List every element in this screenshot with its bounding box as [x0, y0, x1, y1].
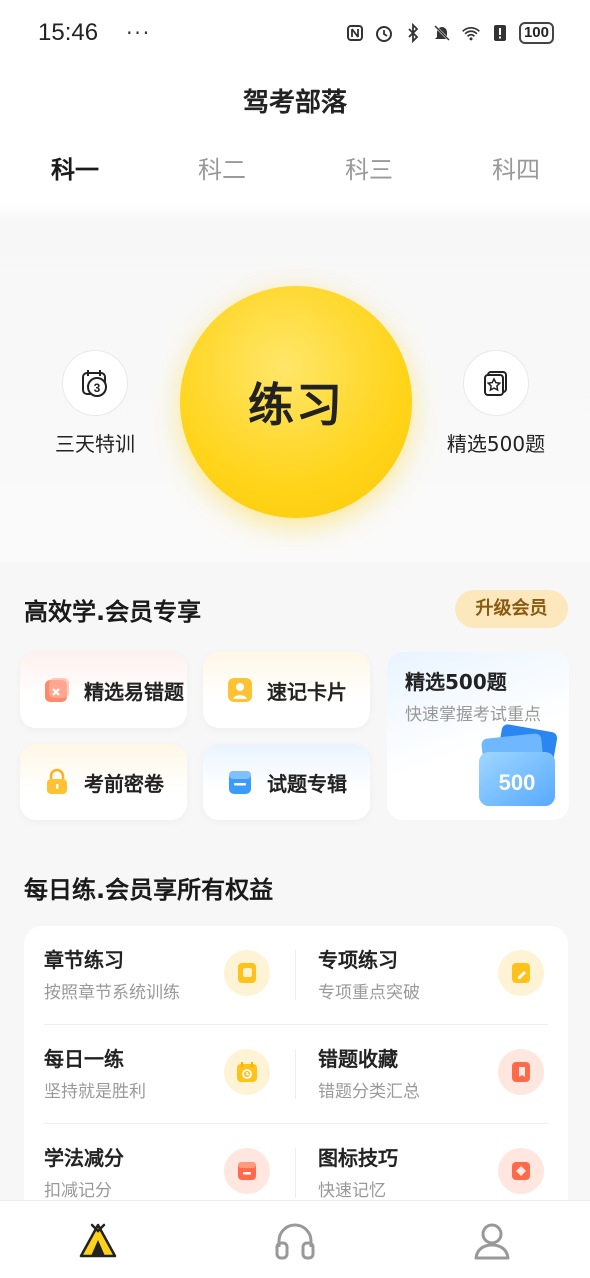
card-flash-cards-label: 速记卡片 [267, 679, 347, 704]
grid-divider-vertical [295, 950, 296, 1000]
grid-item-subtitle: 错题分类汇总 [318, 1082, 420, 1102]
grid-item-subtitle: 扣减记分 [44, 1181, 112, 1201]
mute-bell-icon [432, 23, 452, 43]
svg-text:3: 3 [94, 381, 101, 395]
alert-icon [490, 23, 510, 43]
feature-card-badge: 500 [499, 770, 536, 795]
grid-item-wrong-collection[interactable]: 错题收藏 错题分类汇总 [298, 1025, 558, 1124]
three-day-training-button[interactable]: 3 三天特训 [20, 350, 170, 457]
star-cards-icon [484, 371, 507, 396]
grid-item-title: 专项练习 [318, 948, 398, 972]
grid-item-subtitle: 按照章节系统训练 [44, 983, 180, 1003]
card-question-album[interactable]: 试题专辑 [203, 744, 370, 820]
practice-label: 练习 [248, 378, 344, 432]
grid-item-title: 错题收藏 [318, 1047, 398, 1071]
nfc-icon [345, 23, 365, 43]
tab-subject-3[interactable]: 科三 [329, 150, 409, 185]
headphones-icon [275, 1223, 315, 1260]
nav-listen[interactable] [273, 1219, 317, 1263]
grid-item-title: 学法减分 [44, 1146, 124, 1170]
selected-500-label: 精选500题 [446, 432, 546, 456]
member-section-title: 高效学.会员专享 [24, 598, 202, 626]
tab-subject-2[interactable]: 科二 [182, 150, 262, 185]
wifi-icon [461, 23, 481, 43]
selected-500-button[interactable]: 精选500题 [421, 350, 571, 457]
grid-item-subtitle: 坚持就是胜利 [44, 1082, 146, 1102]
app-header: 驾考部落 科一 科二 科三 科四 [0, 66, 590, 202]
daily-calendar-icon [224, 1049, 270, 1095]
subject-tabs: 科一 科二 科三 科四 [0, 150, 590, 190]
grid-item-title: 每日一练 [44, 1047, 124, 1071]
selected-500-circle [463, 350, 529, 416]
practice-button[interactable]: 练习 [180, 286, 412, 518]
card-flash-cards[interactable]: 速记卡片 [203, 652, 370, 728]
grid-item-special-practice[interactable]: 专项练习 专项重点突破 [298, 926, 558, 1025]
lock-paper-icon [40, 765, 74, 799]
nav-home[interactable] [76, 1219, 120, 1263]
grid-item-chapter-practice[interactable]: 章节练习 按照章节系统训练 [24, 926, 284, 1025]
question-box-500-icon: 500 [479, 724, 558, 806]
sign-tips-icon [498, 1148, 544, 1194]
battery-indicator: 100 [518, 22, 554, 44]
status-time: 15:46 [38, 19, 99, 46]
profile-icon [474, 1223, 510, 1260]
calendar-3-icon: 3 [82, 370, 107, 397]
feature-card-title: 精选500题 [405, 670, 507, 694]
wrong-question-icon [40, 673, 74, 707]
grid-divider-vertical [295, 1049, 296, 1099]
card-wrong-questions-label: 精选易错题 [84, 679, 184, 704]
upgrade-member-button[interactable]: 升级会员 [455, 590, 568, 628]
daily-section-title: 每日练.会员享所有权益 [24, 876, 274, 904]
grid-divider-vertical [295, 1148, 296, 1198]
grid-item-subtitle: 专项重点突破 [318, 983, 420, 1003]
special-edit-icon [498, 950, 544, 996]
grid-item-title: 章节练习 [44, 948, 124, 972]
feature-card-500[interactable]: 精选500题 快速掌握考试重点 500 [387, 652, 569, 820]
home-tent-icon [79, 1223, 117, 1258]
alarm-icon [374, 23, 394, 43]
wrong-collect-icon [498, 1049, 544, 1095]
header-fade [0, 202, 590, 222]
tab-subject-4[interactable]: 科四 [476, 150, 556, 185]
grid-item-daily-practice[interactable]: 每日一练 坚持就是胜利 [24, 1025, 284, 1124]
flash-card-icon [223, 673, 257, 707]
nav-profile[interactable] [470, 1219, 514, 1263]
reduce-points-icon [224, 1148, 270, 1194]
card-wrong-questions[interactable]: 精选易错题 [20, 652, 187, 728]
card-question-album-label: 试题专辑 [267, 771, 347, 796]
card-pre-exam-papers[interactable]: 考前密卷 [20, 744, 187, 820]
three-day-training-label: 三天特训 [55, 432, 135, 456]
album-icon [223, 765, 257, 799]
status-more-dots: ··· [126, 21, 152, 45]
status-bar: 15:46 ··· 100 [0, 0, 590, 66]
grid-item-title: 图标技巧 [318, 1146, 398, 1170]
three-day-training-circle: 3 [62, 350, 128, 416]
chapter-book-icon [224, 950, 270, 996]
daily-grid: 章节练习 按照章节系统训练 专项练习 专项重点突破 每日一练 坚持就是胜利 错题… [24, 926, 568, 1216]
bluetooth-icon [403, 23, 423, 43]
card-pre-exam-papers-label: 考前密卷 [84, 771, 164, 796]
bottom-nav [0, 1200, 590, 1278]
app-title: 驾考部落 [242, 88, 347, 118]
grid-item-subtitle: 快速记忆 [318, 1181, 386, 1201]
tab-subject-1[interactable]: 科一 [35, 150, 115, 185]
